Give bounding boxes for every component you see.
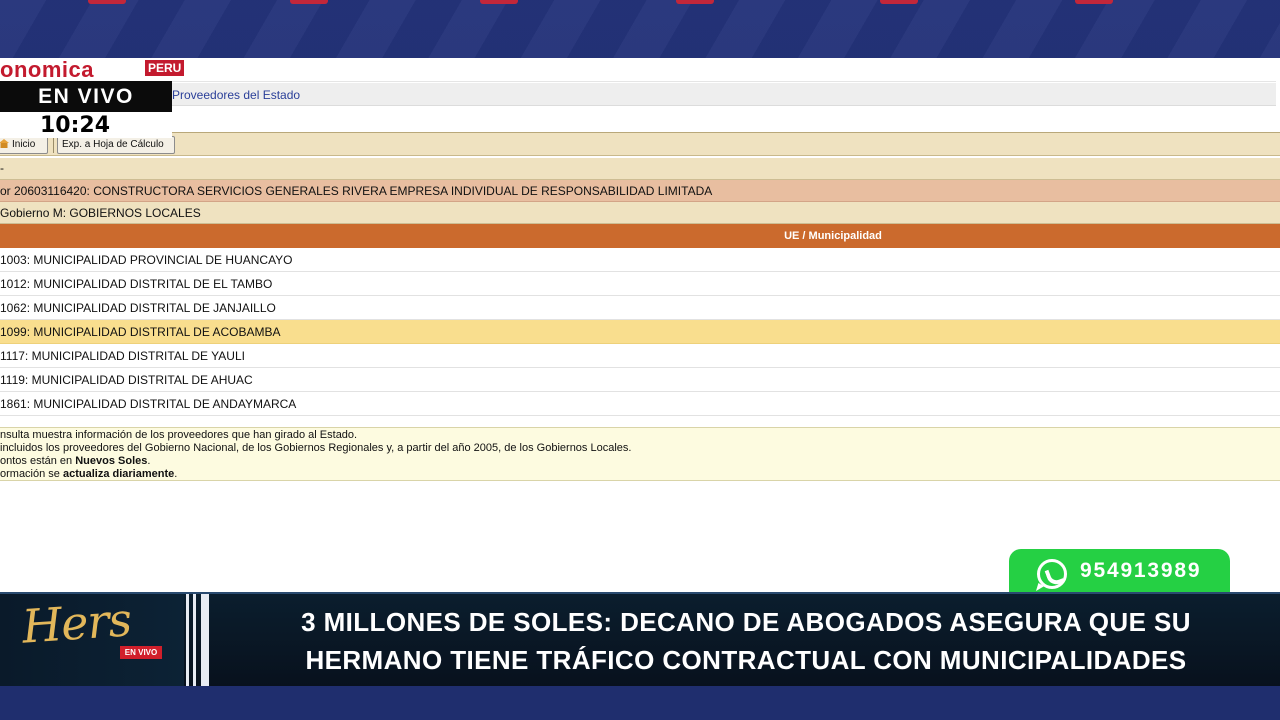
breadcrumb-link[interactable]: Proveedores del Estado: [172, 88, 300, 102]
channel-logo: Hers: [20, 592, 133, 654]
whatsapp-number: 954913989: [1080, 559, 1202, 582]
footnote-line: nsulta muestra información de los provee…: [0, 429, 358, 441]
footnote-line: incluidos los proveedores del Gobierno N…: [0, 442, 632, 454]
lower-third: Hers EN VIVO 3 MILLONES DE SOLES: DECANO…: [0, 592, 1280, 688]
footnote-box: nsulta muestra información de los provee…: [0, 427, 1280, 481]
home-icon: [0, 139, 9, 148]
proveedor-row: or 20603116420: CONSTRUCTORA SERVICIOS G…: [0, 180, 1280, 202]
channel-logo-area: Hers EN VIVO: [0, 592, 184, 688]
lower-third-stripes: [184, 594, 212, 688]
top-decorative-marks: [0, 0, 1280, 6]
news-headline: 3 MILLONES DE SOLES: DECANO DE ABOGADOS …: [212, 594, 1280, 688]
table-row[interactable]: 1117: MUNICIPALIDAD DISTRITAL DE YAULI: [0, 344, 1280, 368]
footnote-line: ormación se actualiza diariamente.: [0, 468, 178, 480]
site-header: onomica PERU: [0, 58, 1276, 82]
live-clock: 10:24: [0, 112, 172, 138]
gobierno-row: Gobierno M: GOBIERNOS LOCALES: [0, 202, 1280, 224]
bottom-band: [0, 686, 1280, 720]
table-header: UE / Municipalidad: [0, 224, 1280, 248]
toolbar-separator: [53, 137, 54, 153]
whatsapp-icon: [1037, 559, 1067, 589]
whatsapp-contact[interactable]: 954913989: [1009, 549, 1230, 595]
table-row[interactable]: 1062: MUNICIPALIDAD DISTRITAL DE JANJAIL…: [0, 296, 1280, 320]
table-row[interactable]: 1012: MUNICIPALIDAD DISTRITAL DE EL TAMB…: [0, 272, 1280, 296]
breadcrumb: Proveedores del Estado: [0, 83, 1276, 106]
live-badge: EN VIVO: [0, 81, 172, 112]
dash-row: -: [0, 158, 1280, 180]
table-row[interactable]: 1003: MUNICIPALIDAD PROVINCIAL DE HUANCA…: [0, 248, 1280, 272]
site-logo-text: onomica: [0, 58, 94, 82]
export-spreadsheet-button[interactable]: Exp. a Hoja de Cálculo: [57, 136, 175, 154]
table-row[interactable]: 1119: MUNICIPALIDAD DISTRITAL DE AHUAC: [0, 368, 1280, 392]
site-logo-badge: PERU: [145, 60, 185, 76]
toolbar: Inicio Exp. a Hoja de Cálculo: [0, 132, 1280, 156]
table-row-highlighted[interactable]: 1099: MUNICIPALIDAD DISTRITAL DE ACOBAMB…: [0, 320, 1280, 344]
inicio-button[interactable]: Inicio: [0, 136, 48, 154]
footnote-line: ontos están en Nuevos Soles.: [0, 455, 151, 467]
headline-line-2: HERMANO TIENE TRÁFICO CONTRACTUAL CON MU…: [305, 645, 1187, 675]
headline-line-1: 3 MILLONES DE SOLES: DECANO DE ABOGADOS …: [301, 607, 1191, 637]
captured-webpage: onomica PERU Proveedores del Estado Inic…: [0, 58, 1280, 592]
channel-live-tag: EN VIVO: [120, 646, 162, 659]
inicio-label: Inicio: [12, 139, 36, 150]
table-row[interactable]: 1861: MUNICIPALIDAD DISTRITAL DE ANDAYMA…: [0, 392, 1280, 416]
